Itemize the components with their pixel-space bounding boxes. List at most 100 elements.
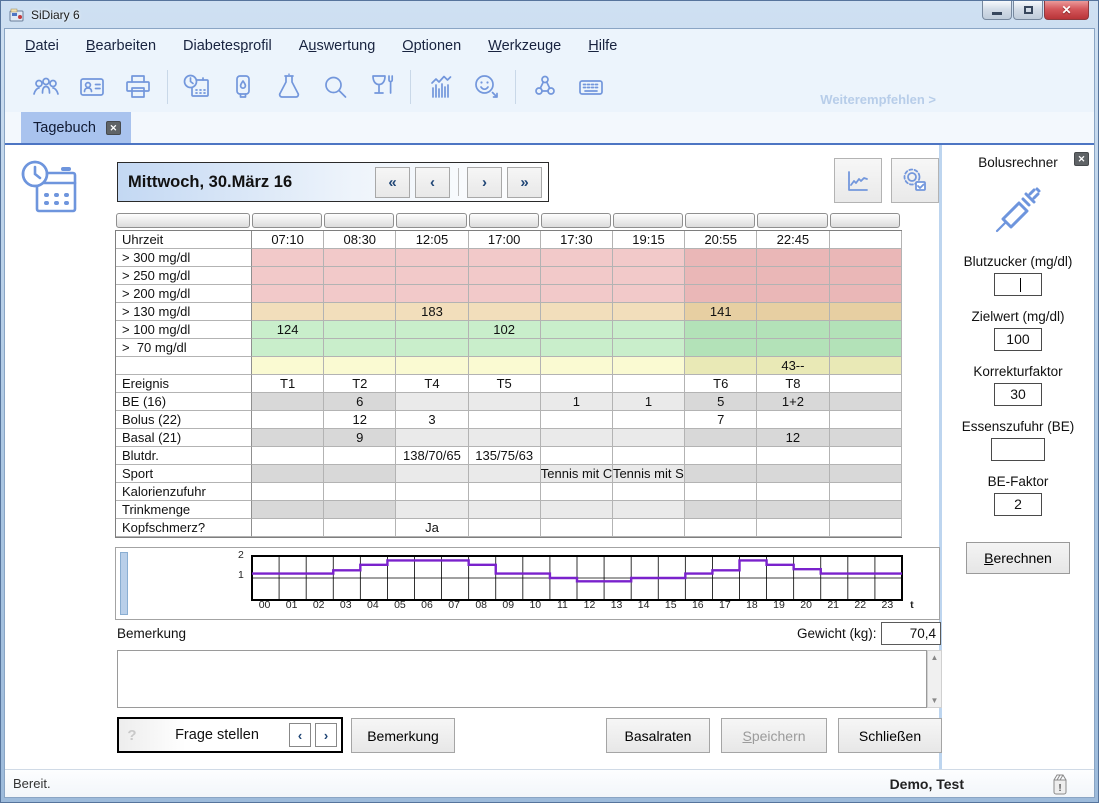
glucose-meter-icon[interactable] xyxy=(220,69,266,105)
table-cell[interactable] xyxy=(252,447,324,465)
close-diary-button[interactable]: Schließen xyxy=(838,718,942,753)
table-cell[interactable] xyxy=(324,357,396,375)
table-cell[interactable] xyxy=(757,321,829,339)
table-cell[interactable] xyxy=(469,303,541,321)
table-cell[interactable]: T2 xyxy=(324,375,396,393)
table-cell[interactable] xyxy=(613,249,685,267)
table-cell[interactable] xyxy=(757,465,829,483)
scroll-up-icon[interactable]: ▲ xyxy=(931,653,939,662)
table-cell[interactable]: 1 xyxy=(541,393,613,411)
table-cell[interactable] xyxy=(830,465,902,483)
table-cell[interactable] xyxy=(541,501,613,519)
table-cell[interactable] xyxy=(613,321,685,339)
table-cell[interactable] xyxy=(396,501,468,519)
table-cell[interactable]: 6 xyxy=(324,393,396,411)
table-cell[interactable]: T1 xyxy=(252,375,324,393)
close-button[interactable]: ✕ xyxy=(1044,1,1089,20)
table-cell[interactable] xyxy=(324,267,396,285)
column-header-button[interactable] xyxy=(116,213,250,228)
table-cell[interactable] xyxy=(541,339,613,357)
table-cell[interactable] xyxy=(396,339,468,357)
blutzucker-mg-dl-input[interactable] xyxy=(994,273,1042,296)
table-cell[interactable] xyxy=(541,285,613,303)
table-cell[interactable] xyxy=(613,519,685,537)
weight-input[interactable]: 70,4 xyxy=(881,622,941,645)
table-cell[interactable] xyxy=(324,285,396,303)
table-cell[interactable] xyxy=(757,303,829,321)
menu-item-optionen[interactable]: Optionen xyxy=(402,38,461,54)
table-cell[interactable] xyxy=(252,267,324,285)
table-cell[interactable] xyxy=(469,519,541,537)
be-faktor-input[interactable]: 2 xyxy=(994,493,1042,516)
table-cell[interactable] xyxy=(252,483,324,501)
table-cell[interactable]: T8 xyxy=(757,375,829,393)
table-cell[interactable] xyxy=(830,249,902,267)
table-cell[interactable] xyxy=(757,249,829,267)
table-cell[interactable] xyxy=(757,447,829,465)
table-cell[interactable] xyxy=(613,483,685,501)
column-header-button[interactable] xyxy=(685,213,755,228)
table-cell[interactable] xyxy=(252,393,324,411)
column-header-button[interactable] xyxy=(252,213,322,228)
table-cell[interactable] xyxy=(830,375,902,393)
remarks-scrollbar[interactable]: ▲▼ xyxy=(927,650,942,708)
table-cell[interactable]: 141 xyxy=(685,303,757,321)
table-cell[interactable] xyxy=(830,519,902,537)
table-cell[interactable] xyxy=(685,519,757,537)
recommend-link[interactable]: Weiterempfehlen > xyxy=(820,92,936,107)
table-cell[interactable] xyxy=(252,303,324,321)
ask-next-button[interactable]: › xyxy=(315,723,337,747)
table-cell[interactable] xyxy=(541,303,613,321)
table-cell[interactable] xyxy=(324,321,396,339)
diary-icon[interactable] xyxy=(174,69,220,105)
wellbeing-icon[interactable] xyxy=(463,69,509,105)
ask-question-control[interactable]: ? Frage stellen ‹ › xyxy=(117,717,343,753)
zielwert-mg-dl-input[interactable]: 100 xyxy=(994,328,1042,351)
table-cell[interactable] xyxy=(252,357,324,375)
search-icon[interactable] xyxy=(312,69,358,105)
table-cell[interactable] xyxy=(396,321,468,339)
table-cell[interactable] xyxy=(252,429,324,447)
table-cell[interactable]: 102 xyxy=(469,321,541,339)
table-cell[interactable] xyxy=(613,357,685,375)
ask-prev-button[interactable]: ‹ xyxy=(289,723,311,747)
table-cell[interactable] xyxy=(469,429,541,447)
table-cell[interactable] xyxy=(830,303,902,321)
panel-close-icon[interactable]: ✕ xyxy=(1074,152,1089,166)
table-cell[interactable] xyxy=(613,447,685,465)
table-cell[interactable] xyxy=(324,303,396,321)
column-header-button[interactable] xyxy=(396,213,466,228)
table-cell[interactable] xyxy=(396,429,468,447)
table-cell[interactable] xyxy=(252,285,324,303)
column-header-button[interactable] xyxy=(613,213,683,228)
minimize-button[interactable] xyxy=(982,1,1012,20)
table-cell[interactable] xyxy=(541,249,613,267)
table-cell[interactable] xyxy=(252,411,324,429)
table-cell[interactable]: 1+2 xyxy=(757,393,829,411)
save-button[interactable]: Speichern xyxy=(721,718,827,753)
table-cell[interactable]: 138/70/65 xyxy=(396,447,468,465)
table-cell[interactable] xyxy=(541,519,613,537)
table-cell[interactable] xyxy=(324,519,396,537)
table-cell[interactable] xyxy=(469,285,541,303)
table-cell[interactable] xyxy=(541,357,613,375)
table-cell[interactable] xyxy=(685,339,757,357)
table-cell[interactable] xyxy=(469,357,541,375)
table-cell[interactable] xyxy=(324,447,396,465)
table-cell[interactable] xyxy=(685,267,757,285)
statistics-chart-button[interactable] xyxy=(834,158,882,203)
profile-card-icon[interactable] xyxy=(69,69,115,105)
table-cell[interactable] xyxy=(685,501,757,519)
table-cell[interactable]: 12 xyxy=(324,411,396,429)
prev-day-button[interactable]: ‹ xyxy=(415,167,450,198)
table-cell[interactable]: 5 xyxy=(685,393,757,411)
table-cell[interactable] xyxy=(613,411,685,429)
table-cell[interactable]: T6 xyxy=(685,375,757,393)
table-cell[interactable]: Tennis mit S xyxy=(613,465,685,483)
table-cell[interactable]: Tennis mit C xyxy=(541,465,613,483)
nutrition-icon[interactable] xyxy=(358,69,404,105)
table-cell[interactable] xyxy=(685,465,757,483)
table-cell[interactable]: 7 xyxy=(685,411,757,429)
calculate-button[interactable]: Berechnen xyxy=(966,542,1070,574)
table-cell[interactable] xyxy=(324,501,396,519)
